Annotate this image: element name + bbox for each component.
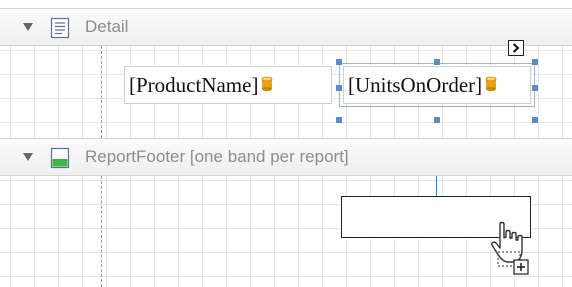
database-icon (262, 76, 273, 91)
resize-handle-top-right[interactable] (532, 59, 538, 65)
database-icon (485, 76, 497, 91)
resize-handle-bottom-middle[interactable] (434, 117, 440, 123)
resize-handle-bottom-left[interactable] (336, 117, 342, 123)
resize-handle-middle-right[interactable] (532, 85, 538, 91)
collapse-arrow-icon[interactable] (23, 23, 33, 31)
collapse-arrow-icon[interactable] (23, 153, 33, 161)
report-footer-band-icon (50, 147, 70, 169)
resize-handle-top-left[interactable] (336, 59, 342, 65)
smart-tag-button[interactable] (508, 40, 524, 56)
units-on-order-label-text: [UnitsOnOrder] (348, 73, 483, 97)
report-footer-band-header[interactable]: ReportFooter [one band per report] (0, 138, 572, 176)
product-name-label-text: [ProductName] (129, 73, 259, 97)
detail-band-header[interactable]: Detail (0, 8, 572, 46)
report-designer-surface[interactable]: Detail [ProductName] [UnitsOnOrder] Repo… (0, 0, 572, 287)
resize-handle-top-middle[interactable] (434, 59, 440, 65)
units-on-order-label[interactable]: [UnitsOnOrder] (343, 66, 531, 104)
drag-add-cursor-icon (491, 221, 529, 275)
left-margin-line (101, 176, 102, 287)
resize-handle-middle-left[interactable] (336, 85, 342, 91)
left-margin-line (101, 46, 102, 138)
smart-tag-arrow-icon (512, 43, 520, 53)
detail-band-icon (50, 17, 70, 39)
alignment-guide-line (436, 176, 437, 196)
product-name-label[interactable]: [ProductName] (124, 66, 332, 104)
resize-handle-bottom-right[interactable] (532, 117, 538, 123)
report-footer-band-title: ReportFooter [one band per report] (85, 147, 349, 166)
detail-band-title: Detail (85, 17, 129, 36)
